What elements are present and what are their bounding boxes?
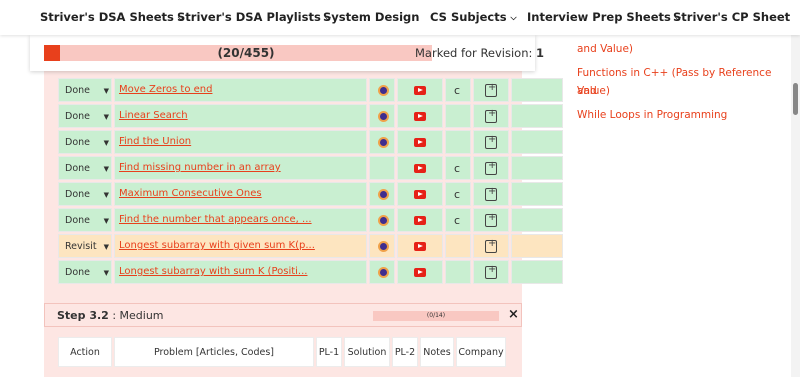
codestudio-icon[interactable] <box>378 111 389 122</box>
problem-link[interactable]: Maximum Consecutive Ones <box>119 188 262 199</box>
nav-cs-subjects[interactable]: CS Subjects ⌵ <box>430 10 517 24</box>
problem-link[interactable]: Move Zeros to end <box>119 84 212 95</box>
codestudio-icon[interactable] <box>378 85 389 96</box>
leetcode-icon[interactable]: ⅽ <box>454 84 460 97</box>
scrollbar-thumb[interactable] <box>793 83 798 115</box>
table-row: Done ▼ Find the number that appears once,… <box>54 207 563 233</box>
nav-interview-prep[interactable]: Interview Prep Sheets ⌵ <box>527 10 681 24</box>
youtube-icon[interactable] <box>414 216 426 225</box>
header-problem: Problem [Articles, Codes] <box>114 337 314 367</box>
chevron-down-icon: ▼ <box>103 87 109 95</box>
add-note-icon[interactable] <box>485 160 497 175</box>
header-company: Company <box>456 337 506 367</box>
page-scrollbar[interactable] <box>791 35 800 377</box>
add-note-icon[interactable] <box>485 82 497 97</box>
top-navigation: Striver's DSA Sheets ⌵ Striver's DSA Play… <box>0 0 800 35</box>
leetcode-icon[interactable]: ⅽ <box>454 162 460 175</box>
status-select[interactable]: Done ▼ <box>63 82 109 100</box>
close-icon[interactable]: × <box>508 307 519 322</box>
problem-link[interactable]: Longest subarray with sum K (Positi... <box>119 266 307 277</box>
header-solution: Solution <box>344 337 390 367</box>
step-progress-bar: (0/14) <box>373 311 499 321</box>
codestudio-icon[interactable] <box>378 267 389 278</box>
add-note-icon[interactable] <box>485 108 497 123</box>
leetcode-icon[interactable]: ⅽ <box>454 214 460 227</box>
status-select[interactable]: Done ▼ <box>63 134 109 152</box>
sidebar-link-cpp-functions-cont[interactable]: Value) <box>577 82 610 100</box>
codestudio-icon[interactable] <box>378 241 389 252</box>
leetcode-icon[interactable]: ⅽ <box>454 188 460 201</box>
problem-link[interactable]: Find the Union <box>119 136 191 147</box>
problem-link[interactable]: Find the number that appears once, ... <box>119 214 312 225</box>
youtube-icon[interactable] <box>414 268 426 277</box>
status-select[interactable]: Done ▼ <box>63 108 109 126</box>
youtube-icon[interactable] <box>414 138 426 147</box>
step-header[interactable]: Step 3.2 : Medium (0/14) × <box>44 303 522 327</box>
chevron-down-icon: ▼ <box>103 139 109 147</box>
add-note-icon[interactable] <box>485 238 497 253</box>
add-note-icon[interactable] <box>485 134 497 149</box>
problem-link[interactable]: Find missing number in an array <box>119 162 281 173</box>
add-note-icon[interactable] <box>485 212 497 227</box>
chevron-down-icon: ▼ <box>103 113 109 121</box>
step-table-header: Action Problem [Articles, Codes] PL-1 So… <box>54 332 514 377</box>
table-row: Done ▼ Find missing number in an array ⅽ <box>54 155 563 181</box>
problem-link[interactable]: Linear Search <box>119 110 188 121</box>
youtube-icon[interactable] <box>414 86 426 95</box>
chevron-down-icon: ⌵ <box>510 13 517 22</box>
youtube-icon[interactable] <box>414 242 426 251</box>
codestudio-icon[interactable] <box>378 215 389 226</box>
table-row: Done ▼ Linear Search <box>54 103 563 129</box>
progress-fill <box>44 45 60 61</box>
chevron-down-icon: ▼ <box>103 165 109 173</box>
table-row: Done ▼ Move Zeros to end ⅽ <box>54 77 563 103</box>
nav-cp-sheet[interactable]: Striver's CP Sheet <box>673 10 790 24</box>
youtube-icon[interactable] <box>414 164 426 173</box>
status-select[interactable]: Done ▼ <box>63 186 109 204</box>
overall-progress-bar: (20/455) Marked for Revision: 1 <box>30 35 544 71</box>
revision-counter: Marked for Revision: 1 <box>415 46 545 60</box>
nav-dsa-playlists[interactable]: Striver's DSA Playlists ⌵ <box>177 10 331 24</box>
table-row: Done ▼ Find the Union <box>54 129 563 155</box>
header-action: Action <box>58 337 112 367</box>
header-pl2: PL-2 <box>392 337 418 367</box>
nav-dsa-sheets[interactable]: Striver's DSA Sheets ⌵ <box>40 10 184 24</box>
header-notes: Notes <box>420 337 454 367</box>
table-row: Done ▼ Maximum Consecutive Ones ⅽ <box>54 181 563 207</box>
youtube-icon[interactable] <box>414 112 426 121</box>
status-select[interactable]: Done ▼ <box>63 212 109 230</box>
sidebar-link-java-functions-cont[interactable]: and Value) <box>577 40 633 58</box>
chevron-down-icon: ▼ <box>103 191 109 199</box>
header-pl1: PL-1 <box>316 337 342 367</box>
status-select[interactable]: Done ▼ <box>63 264 109 282</box>
add-note-icon[interactable] <box>485 264 497 279</box>
codestudio-icon[interactable] <box>378 189 389 200</box>
status-select[interactable]: Done ▼ <box>63 160 109 178</box>
youtube-icon[interactable] <box>414 190 426 199</box>
problem-link[interactable]: Longest subarray with given sum K(p... <box>119 240 315 251</box>
sidebar-link-while-loops[interactable]: While Loops in Programming <box>577 106 727 124</box>
add-note-icon[interactable] <box>485 186 497 201</box>
status-select[interactable]: Revisit ▼ <box>63 238 109 256</box>
table-row: Done ▼ Longest subarray with sum K (Posit… <box>54 259 563 285</box>
nav-system-design[interactable]: System Design <box>323 10 419 24</box>
chevron-down-icon: ▼ <box>103 217 109 225</box>
revision-count: 1 <box>536 46 545 60</box>
codestudio-icon[interactable] <box>378 137 389 148</box>
table-row: Revisit ▼ Longest subarray with given sum… <box>54 233 563 259</box>
step-title: Step 3.2 : Medium <box>57 309 164 322</box>
chevron-down-icon: ▼ <box>103 269 109 277</box>
progress-count: (20/455) <box>217 46 275 60</box>
chevron-down-icon: ▼ <box>103 243 109 251</box>
